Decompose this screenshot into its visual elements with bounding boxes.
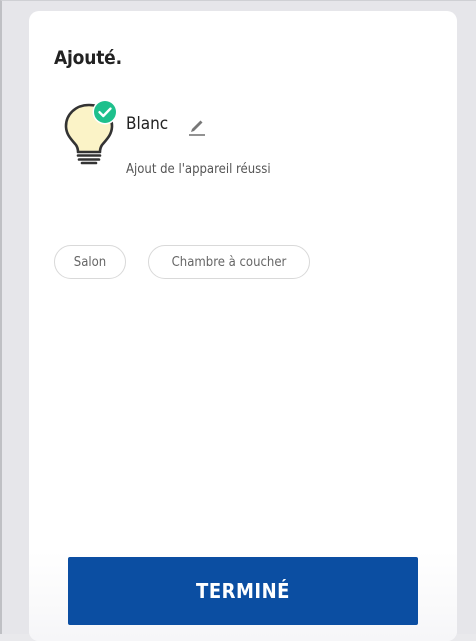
device-status: Ajout de l'appareil réussi — [126, 162, 271, 177]
app-frame: Ajouté. Blanc Ajout de l'appareil réussi… — [0, 0, 476, 641]
device-name: Blanc — [126, 114, 169, 134]
check-circle-icon — [92, 99, 118, 125]
dialog-title: Ajouté. — [54, 47, 122, 69]
room-chip-chambre[interactable]: Chambre à coucher — [148, 245, 310, 279]
room-chip-salon[interactable]: Salon — [54, 245, 126, 279]
done-button[interactable]: TERMINÉ — [68, 557, 418, 625]
pencil-icon[interactable] — [187, 117, 207, 137]
added-dialog: Ajouté. Blanc Ajout de l'appareil réussi… — [29, 11, 457, 641]
